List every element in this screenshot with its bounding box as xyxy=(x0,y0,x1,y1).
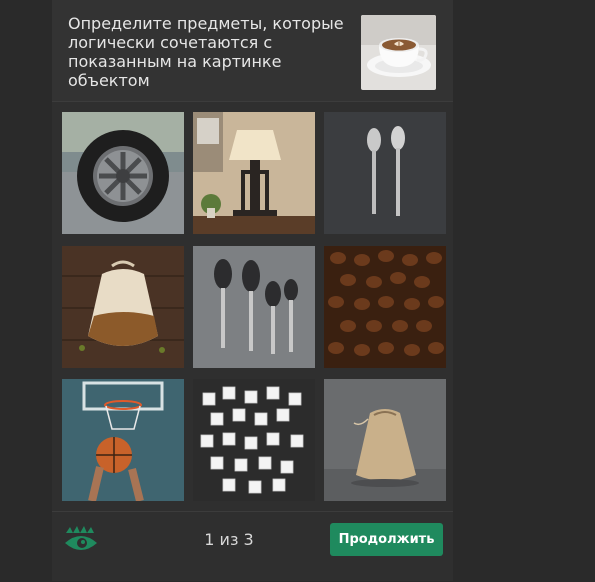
continue-button[interactable]: Продолжить xyxy=(330,523,443,556)
tile-spoon-set[interactable] xyxy=(193,246,315,368)
tile-tea-bag-pouch[interactable] xyxy=(62,246,184,368)
tile-car-tire[interactable] xyxy=(62,112,184,234)
challenge-instruction: Определите предметы, которые логически с… xyxy=(68,14,344,90)
challenge-header: Определите предметы, которые логически с… xyxy=(52,0,453,102)
tile-two-spoons[interactable] xyxy=(324,112,446,234)
challenge-footer: 1 из 3 Продолжить xyxy=(52,511,453,582)
tile-coffee-beans[interactable] xyxy=(324,246,446,368)
tile-sugar-cubes[interactable] xyxy=(193,379,315,501)
page-indicator: 1 из 3 xyxy=(204,530,254,549)
tile-table-lamp[interactable] xyxy=(193,112,315,234)
sample-image-coffee-cup xyxy=(361,15,436,90)
tile-burlap-pouch[interactable] xyxy=(324,379,446,501)
tile-basketball-hoop[interactable] xyxy=(62,379,184,501)
eye-logo-icon xyxy=(64,525,98,555)
